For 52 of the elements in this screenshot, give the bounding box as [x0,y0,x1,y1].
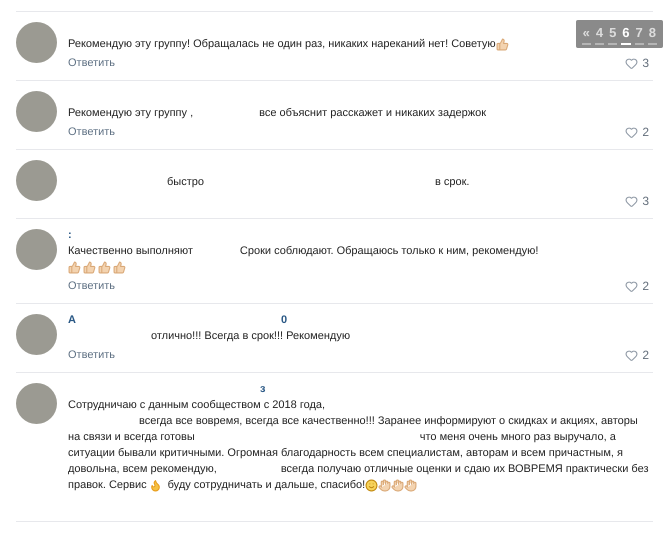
avatar[interactable] [16,160,57,201]
comment-text: что меня очень много раз выручало, а [420,430,616,445]
avatar[interactable] [16,229,57,270]
avatar[interactable] [16,383,57,424]
thumbs-up-icon [68,260,81,274]
comment-text: все объяснит расскажет и никаких задержок [259,106,486,121]
comment-text: отлично!!! Всегда в срок!!! Рекомендую [151,329,350,344]
author-name[interactable]: з [260,383,266,395]
like-button[interactable]: 3 [625,55,649,71]
avatar[interactable] [16,91,57,132]
heart-icon [625,348,638,362]
reply-link[interactable]: Ответить [68,124,116,140]
comment-text: всегда получаю отличные оценки и сдаю их ВОВРЕМЯ практически без [280,462,649,477]
hand-icon [378,478,392,492]
thumbs-up-icon [98,260,111,274]
comment-text: Сотрудничаю с данным сообществом с 2018 года, [68,398,326,413]
reply-link[interactable]: Ответить [68,347,116,363]
like-button[interactable]: 3 [625,193,649,209]
like-button[interactable]: 2 [625,278,649,294]
heart-icon [625,126,638,138]
comment-text: Рекомендую эту группу , [68,106,194,121]
like-button[interactable]: 2 [625,347,649,363]
author-name[interactable]: : [68,229,72,241]
hand-icon [404,478,418,492]
heart-icon [625,280,638,292]
avatar[interactable] [16,22,57,63]
hand-icon [391,478,404,492]
comment-text: правок. Сервис [68,478,147,493]
comment-text: довольна, всем рекомендую, [68,462,217,477]
thumbs-up-icon [83,260,96,274]
heart-icon [625,194,638,208]
comment-text: буду сотрудничать и дальше, спасибо! [168,478,366,493]
heart-icon [625,56,638,70]
comment-text: на связи и всегда готовы [68,430,195,445]
comment-text: всегда все вовремя, всегда все качественно!!! Заранее информируют о скидках и акциях, авторы [139,414,638,429]
reply-link[interactable]: Ответить [68,278,116,294]
smiley-icon [365,478,378,492]
like-button[interactable]: 2 [625,124,649,140]
reply-link[interactable]: Ответить [68,55,116,71]
comment-text: Сроки соблюдают. Обращаюсь только к ним, рекомендую! [240,244,538,259]
author-name[interactable]: А [68,314,76,326]
comment-text: быстро [167,175,204,190]
comment-text: Качественно выполняют [68,244,193,259]
avatar[interactable] [16,314,57,355]
thumbs-up-icon [113,260,126,274]
author-name[interactable]: 0 [280,314,288,326]
flame-icon [148,478,162,492]
comment-text: в срок. [434,175,470,190]
thumbs-up-icon [496,38,509,50]
comment-text: Рекомендую эту группу! Обращалась не один раз, никаких нареканий нет! Советую [68,37,496,52]
comment-text: ситуации бывали критичными. Огромная благодарность всем специалистам, авторам и всем причастным, я [68,446,623,461]
page-link[interactable]: 6 [621,23,631,44]
